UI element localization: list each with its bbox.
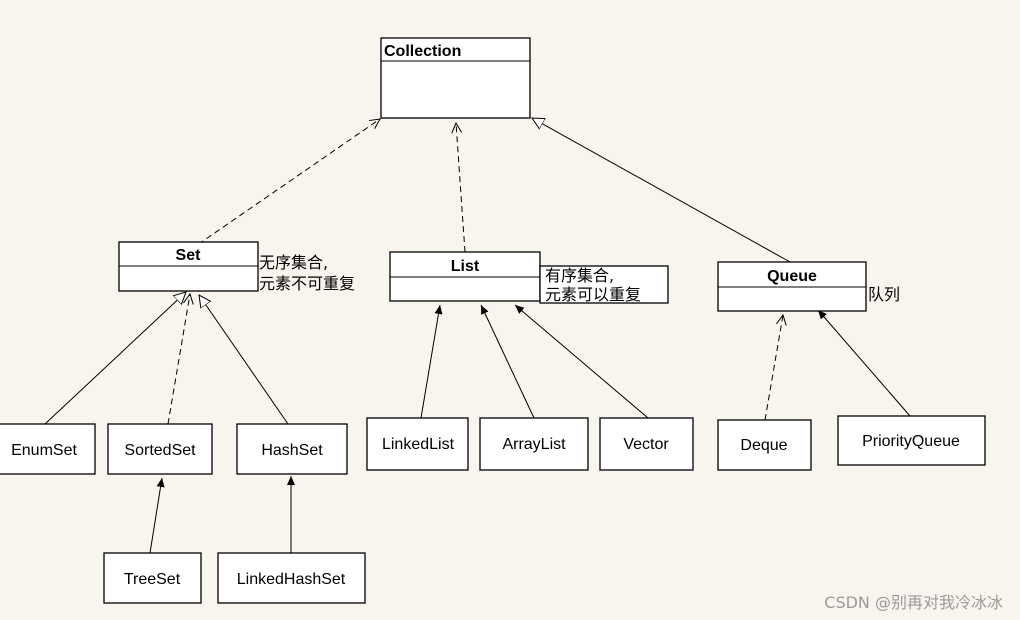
class-enumset[interactable]: EnumSet bbox=[0, 423, 96, 475]
svg-text:PriorityQueue: PriorityQueue bbox=[862, 433, 960, 450]
list-note-line2: 元素可以重复 bbox=[545, 285, 641, 304]
list-title: List bbox=[451, 258, 480, 275]
class-hashset[interactable]: HashSet bbox=[236, 423, 348, 475]
set-title: Set bbox=[176, 247, 202, 264]
edge-enumset-set bbox=[44, 292, 186, 425]
svg-text:TreeSet: TreeSet bbox=[124, 571, 181, 588]
interface-queue[interactable]: Queue bbox=[717, 261, 867, 312]
svg-text:LinkedHashSet: LinkedHashSet bbox=[237, 571, 346, 588]
class-linkedhashset[interactable]: LinkedHashSet bbox=[217, 552, 366, 604]
edge-arraylist-list bbox=[480, 304, 535, 419]
interface-set[interactable]: Set bbox=[118, 241, 259, 292]
edge-queue-collection bbox=[532, 118, 791, 263]
list-note-line1: 有序集合, bbox=[545, 266, 614, 285]
svg-text:SortedSet: SortedSet bbox=[124, 442, 196, 459]
edge-sortedset-set bbox=[167, 294, 190, 425]
edge-treeset-sortedset bbox=[149, 477, 165, 554]
class-priorityqueue[interactable]: PriorityQueue bbox=[837, 415, 986, 466]
class-deque[interactable]: Deque bbox=[717, 419, 812, 471]
class-arraylist[interactable]: ArrayList bbox=[479, 417, 589, 471]
edge-deque-queue bbox=[764, 315, 783, 421]
uml-diagram: Collection Set 无序集合, 元素不可重复 List 有序集合, 元… bbox=[0, 0, 1020, 620]
queue-note: 队列 bbox=[868, 285, 900, 304]
edge-vector-list bbox=[514, 304, 649, 419]
set-note-line1: 无序集合, bbox=[259, 253, 328, 272]
class-vector[interactable]: Vector bbox=[599, 417, 694, 471]
svg-text:Deque: Deque bbox=[740, 437, 787, 454]
interface-list[interactable]: List bbox=[389, 251, 541, 302]
edge-list-collection bbox=[456, 123, 466, 253]
svg-text:HashSet: HashSet bbox=[261, 442, 323, 459]
svg-text:ArrayList: ArrayList bbox=[502, 436, 566, 453]
edge-priorityqueue-queue bbox=[817, 309, 911, 417]
interface-collection[interactable]: Collection bbox=[380, 37, 531, 119]
svg-text:Vector: Vector bbox=[623, 436, 669, 453]
collection-title: Collection bbox=[384, 43, 461, 60]
svg-text:EnumSet: EnumSet bbox=[11, 442, 77, 459]
edge-set-collection bbox=[189, 119, 380, 251]
diagram-canvas: Collection Set 无序集合, 元素不可重复 List 有序集合, 元… bbox=[0, 37, 1003, 612]
queue-title: Queue bbox=[767, 268, 817, 285]
class-treeset[interactable]: TreeSet bbox=[103, 552, 202, 604]
class-sortedset[interactable]: SortedSet bbox=[107, 423, 213, 475]
watermark: CSDN @别再对我冷冰冰 bbox=[824, 593, 1003, 612]
edge-hashset-set bbox=[199, 295, 289, 425]
edge-linkedlist-list bbox=[420, 304, 443, 419]
class-linkedlist[interactable]: LinkedList bbox=[366, 417, 469, 471]
set-note-line2: 元素不可重复 bbox=[259, 274, 355, 293]
svg-text:LinkedList: LinkedList bbox=[382, 436, 455, 453]
